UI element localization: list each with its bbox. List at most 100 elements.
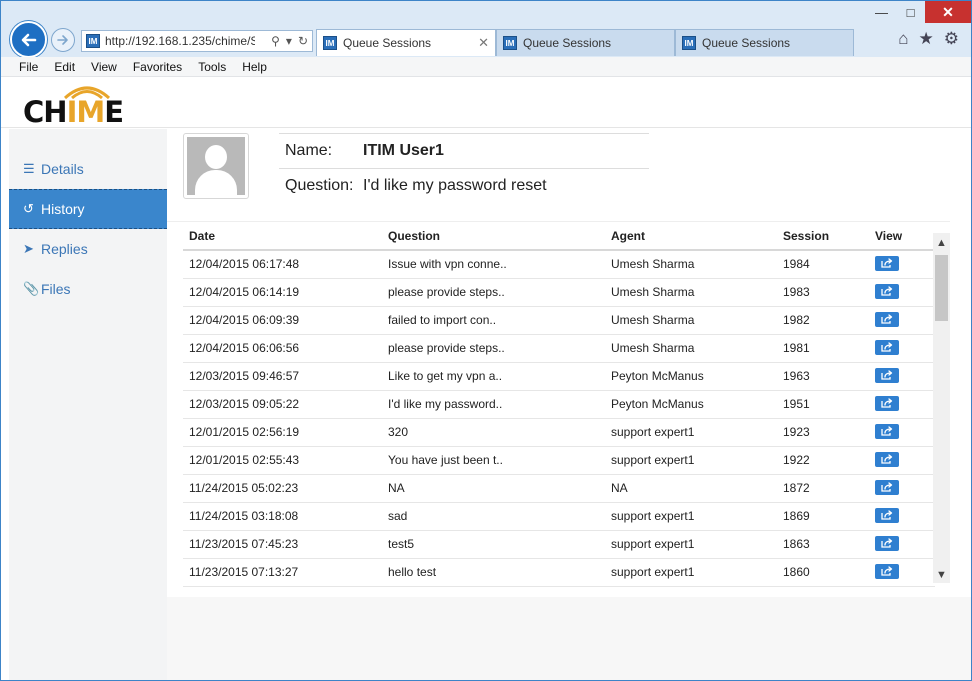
- cell-date: 12/03/2015 09:05:22: [183, 390, 382, 419]
- share-icon: [881, 426, 893, 436]
- scroll-down-arrow-icon[interactable]: ▼: [933, 567, 950, 583]
- close-tab-icon[interactable]: ✕: [478, 35, 489, 51]
- address-actions: ⚲ ▾ ↻: [271, 34, 312, 48]
- cell-agent: Peyton McManus: [605, 390, 777, 419]
- cell-session: 1951: [777, 390, 869, 419]
- content-footer-area: [167, 597, 971, 680]
- cell-view: [869, 390, 935, 419]
- cell-question: please provide steps..: [382, 334, 605, 363]
- sidebar-item-files[interactable]: 📎 Files: [9, 269, 167, 309]
- dropdown-arrow-icon[interactable]: ▾: [286, 34, 292, 48]
- maximize-button[interactable]: □: [896, 1, 925, 23]
- view-session-button[interactable]: [875, 340, 899, 355]
- scrollbar-thumb[interactable]: [935, 255, 948, 321]
- cell-view: [869, 502, 935, 531]
- close-window-button[interactable]: ✕: [925, 1, 971, 23]
- cell-question: failed to import con..: [382, 306, 605, 335]
- header-session: Session: [777, 222, 869, 251]
- view-session-button[interactable]: [875, 536, 899, 551]
- menu-help[interactable]: Help: [242, 60, 267, 74]
- view-session-button[interactable]: [875, 424, 899, 439]
- home-icon[interactable]: ⌂: [898, 29, 908, 49]
- cell-session: 1922: [777, 446, 869, 475]
- user-question: I'd like my password reset: [363, 176, 547, 194]
- history-table-container: Date Question Agent Session View 12/04/2…: [167, 221, 950, 597]
- menu-file[interactable]: File: [19, 60, 38, 74]
- cell-question: Issue with vpn conne..: [382, 250, 605, 279]
- menu-edit[interactable]: Edit: [54, 60, 75, 74]
- cell-view: [869, 418, 935, 447]
- window-controls: — □ ✕: [867, 1, 971, 23]
- view-session-button[interactable]: [875, 452, 899, 467]
- cell-agent: support expert1: [605, 446, 777, 475]
- cell-view: [869, 306, 935, 335]
- sidebar-item-replies[interactable]: ➤ Replies: [9, 229, 167, 269]
- address-url[interactable]: http://192.168.1.235/chime/S: [105, 34, 255, 48]
- view-session-button[interactable]: [875, 284, 899, 299]
- minimize-button[interactable]: —: [867, 1, 896, 23]
- favorites-star-icon[interactable]: ★: [919, 29, 934, 49]
- view-session-button[interactable]: [875, 368, 899, 383]
- table-row: 11/24/2015 03:18:08 sad support expert1 186…: [183, 502, 935, 531]
- share-icon: [881, 538, 893, 548]
- site-favicon-icon: IM: [86, 34, 100, 48]
- forward-button[interactable]: [51, 28, 75, 52]
- menu-bar: File Edit View Favorites Tools Help: [1, 57, 971, 77]
- view-session-button[interactable]: [875, 564, 899, 579]
- cell-date: 12/01/2015 02:56:19: [183, 418, 382, 447]
- menu-tools[interactable]: Tools: [198, 60, 226, 74]
- view-session-button[interactable]: [875, 256, 899, 272]
- search-icon[interactable]: ⚲: [271, 34, 280, 48]
- tab-queue-sessions-3[interactable]: IM Queue Sessions: [675, 29, 854, 56]
- question-row: Question: I'd like my password reset: [279, 168, 649, 202]
- header-date: Date: [183, 222, 382, 251]
- cell-session: 1983: [777, 278, 869, 307]
- cell-view: [869, 558, 935, 587]
- address-bar[interactable]: IM http://192.168.1.235/chime/S ⚲ ▾ ↻: [81, 30, 313, 52]
- table-row: 12/03/2015 09:46:57 Like to get my vpn a.…: [183, 362, 935, 391]
- table-row: 12/04/2015 06:14:19 please provide steps.…: [183, 278, 935, 307]
- cell-agent: NA: [605, 474, 777, 503]
- view-session-button[interactable]: [875, 312, 899, 327]
- table-row: 12/04/2015 06:06:56 please provide steps.…: [183, 334, 935, 363]
- cell-agent: support expert1: [605, 502, 777, 531]
- cell-date: 11/23/2015 07:45:23: [183, 530, 382, 559]
- share-icon: [881, 398, 893, 408]
- menu-view[interactable]: View: [91, 60, 117, 74]
- back-button[interactable]: [10, 21, 47, 58]
- sidebar-item-details[interactable]: ☰ Details: [9, 149, 167, 189]
- cell-agent: Umesh Sharma: [605, 334, 777, 363]
- browser-titlebar: — □ ✕ IM http://192.168.1.235/chime/S ⚲ …: [1, 1, 971, 58]
- tab-label: Queue Sessions: [523, 36, 612, 50]
- cell-question: sad: [382, 502, 605, 531]
- cell-session: 1872: [777, 474, 869, 503]
- view-session-button[interactable]: [875, 508, 899, 523]
- app-header: CHIME: [1, 77, 971, 129]
- scroll-up-arrow-icon[interactable]: ▲: [933, 235, 950, 251]
- view-session-button[interactable]: [875, 396, 899, 411]
- cell-question: hello test: [382, 558, 605, 587]
- question-label: Question:: [285, 176, 354, 194]
- avatar: [183, 133, 249, 199]
- settings-gear-icon[interactable]: ⚙: [944, 29, 959, 49]
- cell-view: [869, 530, 935, 559]
- tab-queue-sessions-2[interactable]: IM Queue Sessions: [496, 29, 675, 56]
- menu-favorites[interactable]: Favorites: [133, 60, 182, 74]
- sidebar-item-history[interactable]: ↺ History: [9, 189, 167, 229]
- table-row: 11/23/2015 07:13:27 hello test support exp…: [183, 558, 935, 587]
- tab-queue-sessions-1[interactable]: IM Queue Sessions ✕: [316, 29, 496, 56]
- chime-logo[interactable]: CHIME: [23, 95, 124, 129]
- history-table-body: 12/04/2015 06:17:48 Issue with vpn conne.…: [183, 250, 935, 587]
- paperclip-icon: 📎: [23, 281, 40, 296]
- cell-agent: Umesh Sharma: [605, 250, 777, 279]
- logo-text-suffix: E: [104, 95, 124, 129]
- cell-session: 1860: [777, 558, 869, 587]
- table-row: 12/04/2015 06:17:48 Issue with vpn conne.…: [183, 250, 935, 279]
- table-row: 12/04/2015 06:09:39 failed to import con.…: [183, 306, 935, 335]
- header-agent: Agent: [605, 222, 777, 251]
- sidebar-item-label: Details: [41, 161, 84, 177]
- view-session-button[interactable]: [875, 480, 899, 495]
- table-row: 12/03/2015 09:05:22 I'd like my password.…: [183, 390, 935, 419]
- tab-favicon-icon: IM: [503, 36, 517, 50]
- refresh-icon[interactable]: ↻: [298, 34, 308, 48]
